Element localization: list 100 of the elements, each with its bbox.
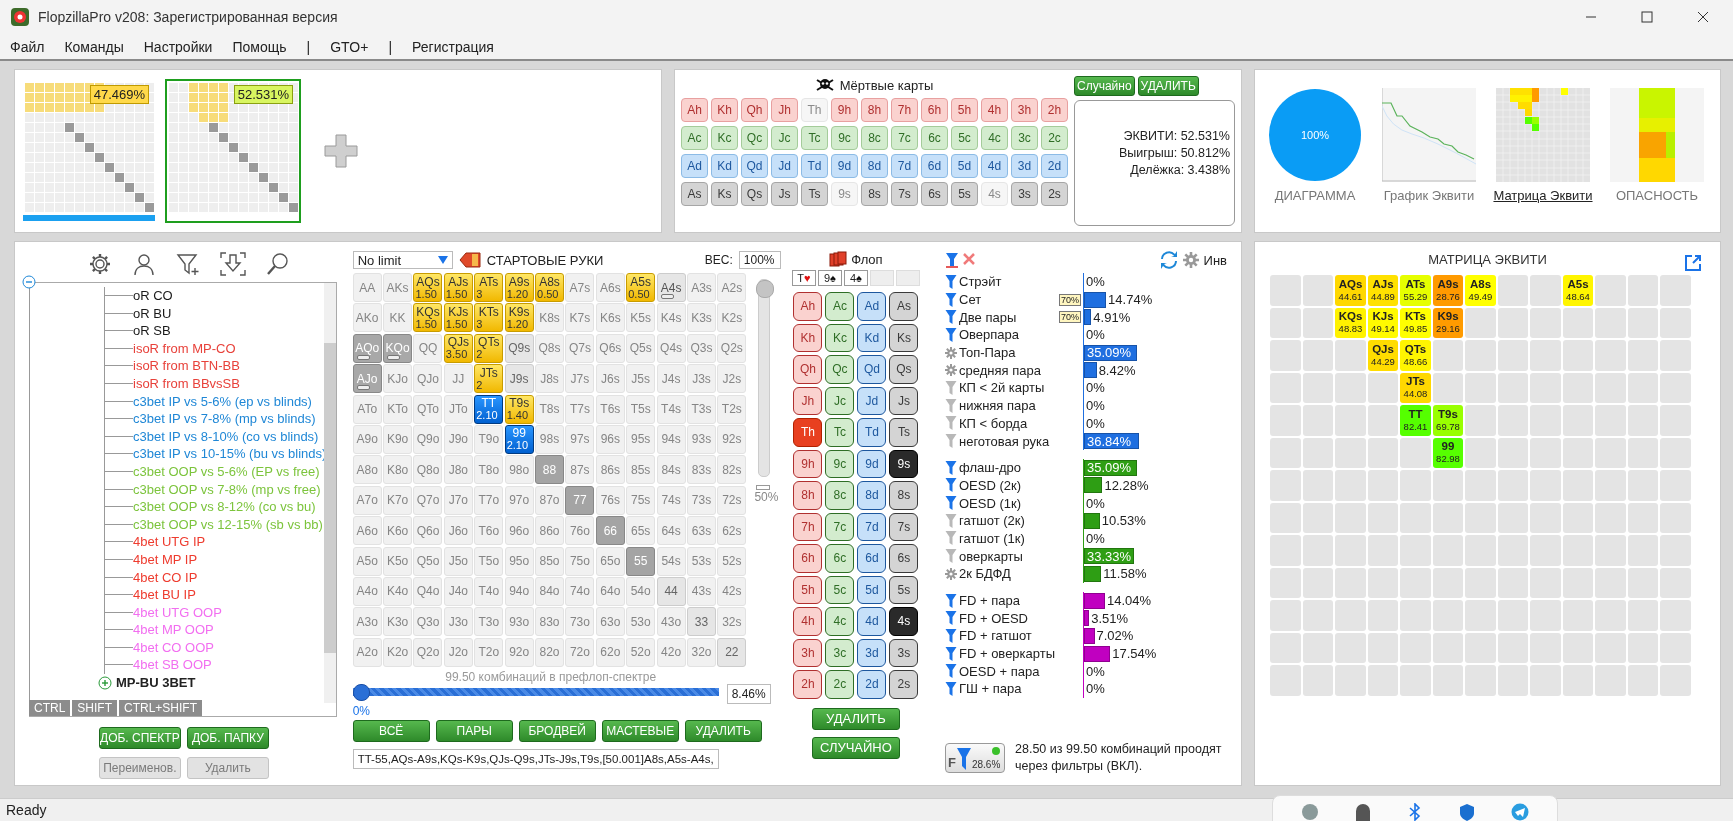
card-button[interactable]: 6c [921, 126, 948, 150]
card-button[interactable]: Jd [771, 154, 798, 178]
card-button[interactable]: Ks [711, 182, 738, 206]
hand-cell[interactable]: A7s [565, 273, 595, 302]
tree-item[interactable]: oR CO [133, 288, 173, 303]
card-button[interactable]: 7h [793, 512, 823, 541]
hand-cell[interactable]: 42o [656, 637, 686, 667]
card-button[interactable]: 7s [889, 512, 919, 541]
hand-cell[interactable]: AKo [352, 303, 382, 333]
card-button[interactable]: 6h [921, 98, 948, 122]
view-tab[interactable]: График Эквити [1383, 188, 1475, 203]
card-button[interactable]: 2h [1041, 98, 1068, 122]
card-button[interactable]: Qs [889, 355, 919, 384]
card-button[interactable]: 2d [857, 670, 887, 699]
filter-label[interactable]: средняя пара [959, 362, 1053, 378]
import-icon[interactable] [219, 251, 246, 276]
view-tab[interactable]: ОПАСНОСТЬ [1615, 188, 1699, 203]
card-button[interactable]: 4s [981, 182, 1008, 206]
hand-cell[interactable]: ATs 3 [474, 273, 504, 302]
menu-item[interactable]: Регистрация [412, 38, 494, 55]
hand-cell[interactable]: T4o [474, 576, 504, 606]
scrollbar[interactable] [323, 282, 336, 703]
tree-item[interactable]: 4bet CO OOP [133, 639, 214, 655]
hand-cell[interactable]: K6o [383, 516, 413, 546]
hand-cell[interactable]: 95o [504, 546, 534, 576]
equity-cell[interactable]: 99 82.98 [1432, 437, 1464, 468]
hand-cell[interactable]: 53o [626, 607, 656, 637]
card-button[interactable]: 4c [825, 607, 855, 636]
hand-cell[interactable]: J3o [443, 607, 473, 637]
card-button[interactable]: Ah [681, 98, 708, 122]
hand-cell[interactable]: 54o [626, 576, 656, 606]
card-button[interactable]: Td [801, 154, 828, 178]
filter-label[interactable]: Оверпара [959, 327, 1053, 343]
hand-cell[interactable]: J5s [626, 364, 656, 394]
equity-cell[interactable]: A9s 28.76 [1432, 275, 1464, 306]
hand-cell[interactable]: Q7o [413, 485, 443, 515]
card-button[interactable]: 9s [889, 449, 919, 478]
card-button[interactable]: 5d [951, 154, 978, 178]
hand-cell[interactable]: 64s [656, 516, 686, 546]
hand-cell[interactable]: A9s 1.20 [504, 273, 534, 302]
hand-cell[interactable]: 84o [535, 576, 565, 606]
hand-cell[interactable]: A8o [352, 455, 382, 485]
equity-cell[interactable]: A8s 49.49 [1465, 275, 1496, 306]
hand-cell[interactable]: T9o [474, 424, 504, 454]
card-button[interactable]: 3d [1011, 154, 1038, 178]
hand-cell[interactable]: K9o [383, 424, 413, 454]
card-button[interactable]: 5c [825, 575, 855, 604]
card-button[interactable]: Tc [825, 418, 855, 447]
hand-cell[interactable]: 92o [504, 637, 534, 667]
card-button[interactable]: 4s [889, 607, 919, 636]
card-button[interactable]: Ad [857, 292, 887, 321]
hand-cell[interactable]: 92s [717, 424, 747, 454]
hand-cell[interactable]: KQo [383, 333, 413, 363]
menu-item[interactable]: Файл [10, 38, 45, 55]
hand-cell[interactable]: 93o [504, 607, 534, 637]
gear-icon[interactable] [945, 567, 957, 580]
hand-cell[interactable]: K7o [383, 485, 413, 515]
hand-cell[interactable]: 43s [687, 576, 716, 606]
card-button[interactable]: Kd [711, 154, 738, 178]
slider-thumb[interactable] [352, 683, 370, 701]
menu-item[interactable]: Команды [64, 38, 124, 55]
hand-cell[interactable]: Q3s [687, 333, 716, 363]
filter-icon[interactable] [945, 628, 957, 643]
tree-item[interactable]: c3bet IP vs 5-6% (ep vs blinds) [133, 393, 312, 409]
danger-thumbnail[interactable] [1610, 88, 1704, 182]
equity-cell[interactable]: K9s 29.16 [1432, 307, 1464, 338]
filter-icon[interactable] [945, 681, 957, 696]
range-text-field[interactable]: TT-55,AQs-A9s,KQs-K9s,QJs-Q9s,JTs-J9s,T9s,[50.001]A8s,A5s-A4s, [352, 748, 719, 769]
equity-cell[interactable]: JTs 44.08 [1400, 372, 1431, 403]
filter-label[interactable]: нижняя пара [959, 398, 1053, 414]
hand-cell[interactable]: 32o [687, 637, 716, 667]
filter-label[interactable]: OESD (2к) [959, 477, 1053, 493]
hand-cell[interactable]: 75s [626, 485, 656, 515]
hand-cell[interactable]: K4o [383, 576, 413, 606]
hand-cell[interactable]: KJo [383, 364, 413, 394]
hand-cell[interactable]: 87o [535, 485, 565, 515]
hand-cell[interactable]: A5o [352, 546, 382, 576]
hand-cell[interactable]: 63o [595, 607, 625, 637]
hand-cell[interactable]: 96o [504, 516, 534, 546]
board-card[interactable]: 4♠ [843, 270, 868, 286]
card-button[interactable]: 2s [889, 670, 919, 699]
menu-item[interactable]: Настройки [143, 38, 213, 55]
card-button[interactable]: Td [857, 418, 887, 447]
hand-cell[interactable]: Q6s [595, 333, 625, 363]
hand-cell[interactable]: 43o [656, 607, 686, 637]
hand-group-button[interactable]: МАСТЕВЫЕ [601, 719, 679, 742]
card-button[interactable]: Qd [857, 355, 887, 384]
filter-label[interactable]: Топ-Пара [959, 345, 1053, 361]
collapse-icon[interactable] [22, 274, 36, 289]
hand-cell[interactable]: T3o [474, 607, 504, 637]
hand-cell[interactable]: 94s [656, 424, 686, 454]
hand-cell[interactable]: 88 [535, 455, 565, 485]
hand-cell[interactable]: Q6o [413, 516, 443, 546]
card-button[interactable]: Kh [711, 98, 738, 122]
tree-item[interactable]: c3bet IP vs 7-8% (mp vs blinds) [133, 411, 316, 427]
card-button[interactable]: 9d [857, 449, 887, 478]
filter-icon[interactable] [945, 664, 957, 679]
card-button[interactable]: 3s [1011, 182, 1038, 206]
hand-cell[interactable]: J9s [504, 364, 534, 394]
hand-cell[interactable]: 82o [535, 637, 565, 667]
